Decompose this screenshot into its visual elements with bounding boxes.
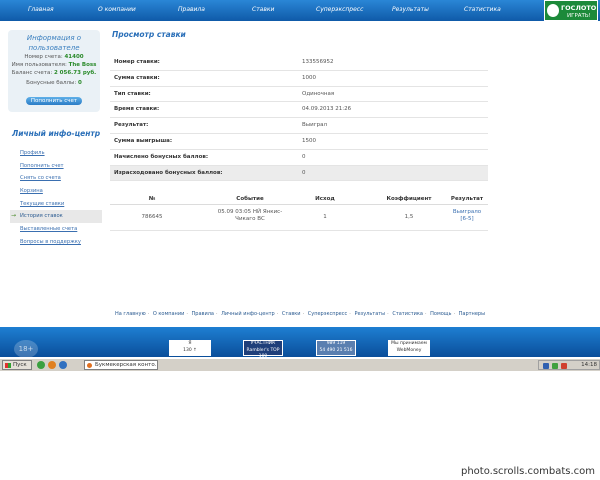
page-title: Просмотр ставки xyxy=(112,30,186,39)
nav-rules[interactable]: Правила xyxy=(178,6,205,13)
sidebar-item-cart[interactable]: Корзина xyxy=(10,185,102,198)
watermark: photo.scrolls.combats.com xyxy=(460,466,595,477)
nav-bets[interactable]: Ставки xyxy=(252,6,274,13)
nav-superexpress[interactable]: Суперэкспресс xyxy=(316,6,363,13)
table-header: № Событие Исход Коэффициент Результат xyxy=(110,194,488,205)
header-result: Результат xyxy=(450,196,484,202)
bet-number: 786645 xyxy=(141,214,163,220)
detail-row: Сумма ставки: 1000 xyxy=(110,71,488,87)
detail-row: Израсходовано бонусных баллов: 0 xyxy=(110,165,488,182)
rambler-top100-badge[interactable]: УЧАСТНИК Rambler's TOP 100 xyxy=(243,340,283,359)
table-row: 786645 05.09 03:05 НЙ Янкис- Чикаго ВС 1… xyxy=(110,205,488,231)
age-restriction-badge: 18+ xyxy=(14,340,38,358)
quicklaunch-icon[interactable] xyxy=(48,361,56,369)
detail-row: Сумма выигрыша: 1500 xyxy=(110,134,488,150)
sidebar-item-support[interactable]: Вопросы в поддержку xyxy=(10,236,102,249)
sidebar-item-topup[interactable]: Пополнить счет xyxy=(10,160,102,173)
sidebar-item-profile[interactable]: Профиль xyxy=(10,147,102,160)
tray-icon[interactable] xyxy=(561,363,567,369)
top-navigation: Главная О компании Правила Ставки Суперэ… xyxy=(0,0,600,21)
bet-event: 05.09 03:05 НЙ Янкис- Чикаго ВС xyxy=(217,209,283,222)
webmoney-badge[interactable]: Мы принимаем WebMoney xyxy=(388,340,430,356)
header-coefficient: Коэффициент xyxy=(386,196,432,202)
sidebar-item-bet-history[interactable]: История ставок xyxy=(10,210,102,224)
logo-text: ГОСЛОТО xyxy=(561,4,597,12)
nav-about[interactable]: О компании xyxy=(98,6,136,13)
gosloto-logo[interactable]: ГОСЛОТО ИГРАТЬ! xyxy=(544,0,598,21)
footer-link-about[interactable]: О компании xyxy=(153,311,184,317)
sidebar-item-invoices[interactable]: Выставленные счета xyxy=(10,223,102,236)
yandex-counter-badge[interactable]: Я 130 ↑ xyxy=(169,340,211,356)
bet-coefficient: 1,5 xyxy=(404,214,414,220)
footer-link-help[interactable]: Помощь xyxy=(430,311,451,317)
balance: Баланс счета: 2 056.73 руб. xyxy=(11,70,97,76)
footer-link-rules[interactable]: Правила xyxy=(192,311,214,317)
detail-row: Номер ставки: 133556952 xyxy=(110,55,488,71)
footer-link-info-center[interactable]: Личный инфо-центр xyxy=(221,311,275,317)
header-event: Событие xyxy=(236,196,264,202)
language-icon[interactable] xyxy=(543,363,549,369)
footer-links: На главную · О компании · Правила · Личный … xyxy=(114,311,486,317)
quicklaunch-icon[interactable] xyxy=(59,361,67,369)
user-info-title: Информация о пользователе xyxy=(26,34,82,52)
header-outcome: Исход xyxy=(315,196,335,202)
lotto-ball-icon xyxy=(547,4,559,17)
bet-result: Выиграло [6-5] xyxy=(452,209,482,222)
footer-link-superexpress[interactable]: Суперэкспресс xyxy=(308,311,348,317)
footer-link-partners[interactable]: Партнеры xyxy=(459,311,485,317)
quicklaunch-icon[interactable] xyxy=(37,361,45,369)
start-button[interactable]: Пуск xyxy=(2,360,32,370)
nav-home[interactable]: Главная xyxy=(28,6,54,13)
username: Имя пользователя: The Boss xyxy=(11,62,97,68)
footer-link-home[interactable]: На главную xyxy=(115,311,146,317)
bonus-points: Бонусные баллы: 0 xyxy=(26,80,82,86)
clock: 14:18 xyxy=(581,362,597,368)
logo-subtext: ИГРАТЬ! xyxy=(567,13,591,19)
sidebar-item-current-bets[interactable]: Текущие ставки xyxy=(10,198,102,211)
user-info-box: Информация о пользователе Номер счета: 4… xyxy=(8,30,100,112)
bet-details-table: Номер ставки: 133556952 Сумма ставки: 1000… xyxy=(110,55,488,182)
topup-button[interactable]: Пополнить счет xyxy=(25,97,83,105)
footer-link-bets[interactable]: Ставки xyxy=(282,311,301,317)
detail-row: Время ставки: 04.09.2013 21:26 xyxy=(110,102,488,119)
account-number: Номер счета: 41400 xyxy=(24,54,84,60)
detail-row: Результат: Выиграл xyxy=(110,118,488,134)
os-taskbar: Пуск Букмекерская конто... 14:18 xyxy=(0,358,600,371)
system-tray: 14:18 xyxy=(538,360,600,370)
tray-icon[interactable] xyxy=(552,363,558,369)
taskbar-window-button[interactable]: Букмекерская конто... xyxy=(84,360,158,370)
footer-link-results[interactable]: Результаты xyxy=(354,311,385,317)
header-number: № xyxy=(148,196,156,202)
footer-banner xyxy=(0,327,600,357)
nav-statistics[interactable]: Статистика xyxy=(464,6,501,13)
liveinternet-counter-badge[interactable]: 989 119 54 490 21 516 xyxy=(316,340,356,356)
detail-row: Тип ставки: Одиночная xyxy=(110,87,488,103)
sidebar-menu: Профиль Пополнить счет Снять со счета Ко… xyxy=(10,147,102,249)
bets-table: № Событие Исход Коэффициент Результат 78… xyxy=(110,194,488,231)
bet-outcome: 1 xyxy=(323,214,327,220)
sidebar-title: Личный инфо-центр xyxy=(12,129,101,138)
sidebar-item-withdraw[interactable]: Снять со счета xyxy=(10,172,102,185)
footer-link-statistics[interactable]: Статистика xyxy=(392,311,423,317)
detail-row: Начислено бонусных баллов: 0 xyxy=(110,150,488,166)
nav-results[interactable]: Результаты xyxy=(392,6,429,13)
